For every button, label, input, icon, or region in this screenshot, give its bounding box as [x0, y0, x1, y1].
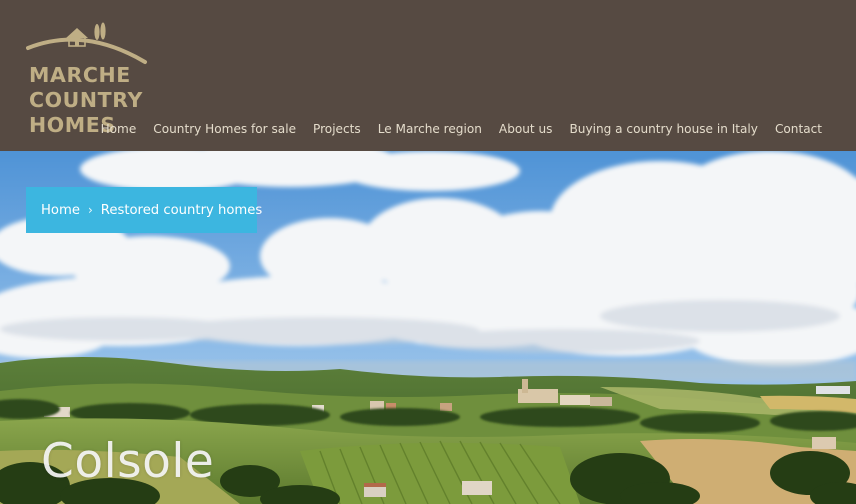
hero-banner: Home › Restored country homes Colsole	[0, 151, 856, 504]
breadcrumb: Home › Restored country homes	[26, 187, 262, 233]
site-logo[interactable]: MARCHE COUNTRY HOMES	[26, 22, 150, 138]
vineyard	[300, 440, 580, 504]
breadcrumb-home-link[interactable]: Home	[41, 203, 80, 218]
nav-item-country-homes-for-sale[interactable]: Country Homes for sale	[153, 122, 296, 136]
nav-item-projects[interactable]: Projects	[313, 122, 361, 136]
logo-line-marche: MARCHE	[29, 63, 131, 87]
nav-item-le-marche-region[interactable]: Le Marche region	[378, 122, 482, 136]
nav-item-contact[interactable]: Contact	[775, 122, 822, 136]
property-title: Colsole	[41, 434, 215, 489]
site-header: MARCHE COUNTRY HOMES Home Country Homes …	[0, 0, 856, 151]
breadcrumb-current-page[interactable]: Restored country homes	[101, 203, 262, 218]
chevron-right-icon: ›	[87, 203, 93, 217]
nav-item-home[interactable]: Home	[101, 122, 137, 136]
house-hill-logo-icon	[26, 22, 147, 64]
clouds	[0, 151, 856, 366]
logo-line-country: COUNTRY	[29, 88, 143, 112]
nav-item-buying-country-house[interactable]: Buying a country house in Italy	[570, 122, 758, 136]
main-navigation: Home Country Homes for sale Projects Le …	[101, 122, 822, 136]
nav-item-about-us[interactable]: About us	[499, 122, 553, 136]
page: MARCHE COUNTRY HOMES Home Country Homes …	[0, 0, 856, 504]
